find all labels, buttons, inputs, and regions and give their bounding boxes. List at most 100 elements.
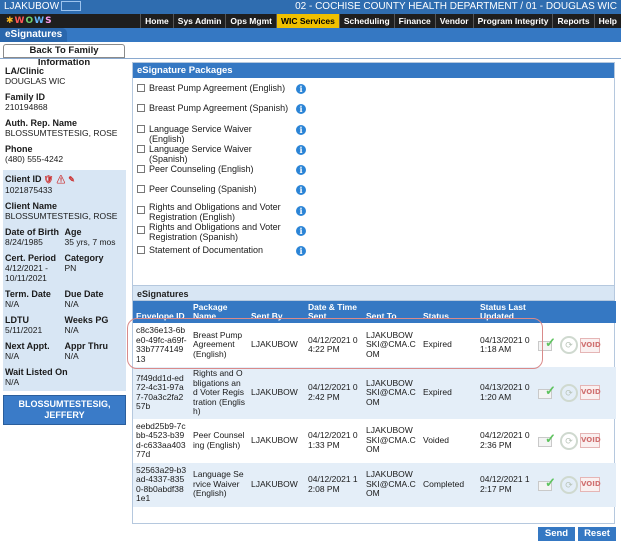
appr-label: Appr Thru (64, 341, 109, 351)
void-icon[interactable]: VOID (580, 337, 601, 353)
title-band: eSignatures (0, 28, 621, 42)
family-member-button[interactable]: BLOSSUMTESTESIG, JEFFERY (3, 395, 126, 425)
cell-sent-to: LJAKUBOWSKI@CMA.COM (366, 425, 416, 455)
cell-sent-by: LJAKUBOW (251, 434, 298, 445)
package-checkbox[interactable] (137, 104, 145, 113)
package-checkbox[interactable] (137, 144, 145, 153)
package-checkbox[interactable] (137, 124, 145, 133)
family-id-value: 210194868 (5, 102, 48, 112)
package-checkbox[interactable] (137, 84, 145, 92)
package-item: Breast Pump Agreement (Spanish) i (133, 100, 614, 120)
info-icon[interactable]: i (296, 226, 306, 237)
package-label: Breast Pump Agreement (Spanish) (149, 103, 289, 114)
info-icon[interactable]: i (296, 124, 306, 135)
nav-item-finance[interactable]: Finance (393, 14, 435, 28)
refresh-status-icon[interactable]: ⟳ (560, 383, 578, 402)
refresh-status-icon[interactable]: ⟳ (560, 475, 578, 494)
cell-status: Expired (420, 367, 477, 419)
info-icon[interactable]: i (296, 144, 306, 155)
divider (0, 58, 621, 59)
phone-label: Phone (5, 144, 33, 154)
top-bar: LJAKUBOW 02 - COCHISE COUNTY HEALTH DEPA… (0, 0, 621, 14)
esignatures-header: eSignatures (133, 285, 614, 301)
package-label: Rights and Obligations and Voter Registr… (149, 222, 281, 243)
cell-status: Voided (423, 434, 449, 445)
dob-age-row: Date of Birth 8/24/1985 Age 35 yrs, 7 mos (5, 227, 124, 247)
void-icon[interactable]: VOID (580, 385, 601, 401)
next-appt-value: N/A (5, 351, 20, 361)
package-label: Peer Counseling (Spanish) (149, 184, 257, 195)
package-item: Language Service Waiver (Spanish) i (133, 141, 614, 164)
package-item: Breast Pump Agreement (English) i (133, 80, 614, 100)
auth-rep-label: Auth. Rep. Name (5, 118, 78, 128)
cell-envelope: eebd25b9-7cbb-4523-b39d-c633aa40377d (136, 420, 186, 459)
package-checkbox[interactable] (137, 226, 145, 235)
phone-field: Phone (480) 555-4242 (5, 144, 124, 164)
family-id-label: Family ID (5, 92, 46, 102)
category-label: Category (64, 253, 104, 263)
username-display: LJAKUBOW (4, 0, 82, 14)
reset-button[interactable]: Reset (578, 527, 616, 541)
nav-item-wic-services[interactable]: WIC Services (275, 14, 339, 28)
resend-mail-check-icon[interactable]: ✓ (538, 431, 558, 448)
weeks-label: Weeks PG (64, 315, 109, 325)
nav-item-home[interactable]: Home (140, 14, 173, 28)
resend-mail-check-icon[interactable]: ✓ (538, 475, 558, 492)
package-item: Rights and Obligations and Voter Registr… (133, 202, 614, 222)
auth-rep-field: Auth. Rep. Name BLOSSUMTESTESIG, ROSE (5, 118, 124, 138)
package-checkbox[interactable] (137, 165, 145, 174)
cell-actions: ✓ ⟳ VOID (535, 323, 616, 367)
back-to-family-button[interactable]: Back To Family Information (3, 44, 125, 68)
la-clinic-field: LA/Clinic DOUGLAS WIC (5, 66, 124, 86)
cell-sent: 04/12/2021 12:08 PM (305, 462, 363, 507)
family-info-panel: LA/Clinic DOUGLAS WIC Family ID 21019486… (3, 62, 126, 425)
info-icon[interactable]: i (296, 205, 306, 216)
nav-item-program-integrity[interactable]: Program Integrity (472, 14, 553, 28)
username-text: LJAKUBOW (4, 1, 60, 12)
wait-listed-field: Wait Listed On N/A (5, 367, 124, 387)
table-row: eebd25b9-7cbb-4523-b39d-c633aa40377d Peer… (133, 419, 616, 463)
nav-item-ops-mgmt[interactable]: Ops Mgmt (225, 14, 276, 28)
cell-actions: ✓ ⟳ VOID (535, 419, 616, 463)
package-checkbox[interactable] (137, 246, 145, 255)
refresh-status-icon[interactable]: ⟳ (560, 336, 578, 354)
info-icon[interactable]: i (296, 185, 306, 196)
term-label: Term. Date (5, 289, 51, 299)
nav-item-sys-admin[interactable]: Sys Admin (172, 14, 226, 28)
info-icon[interactable]: i (296, 165, 306, 176)
package-list: Breast Pump Agreement (English) i Breast P… (133, 78, 614, 285)
due-label: Due Date (64, 289, 104, 299)
cell-updated: 04/12/2021 12:17 PM (477, 462, 535, 507)
client-name-value: BLOSSUMTESTESIG, ROSE (5, 211, 118, 221)
ldtu-value: 5/11/2021 (5, 325, 43, 335)
info-icon[interactable]: i (296, 84, 306, 94)
package-checkbox[interactable] (137, 205, 145, 214)
send-button[interactable]: Send (538, 527, 575, 541)
void-icon[interactable]: VOID (580, 433, 601, 448)
next-appt-label: Next Appt. (5, 341, 50, 351)
cell-package: Rights and Obligations and Voter Registr… (190, 367, 248, 419)
info-icon[interactable]: i (296, 246, 306, 257)
void-icon[interactable]: VOID (580, 477, 601, 492)
resend-mail-check-icon[interactable]: ✓ (538, 383, 558, 400)
cell-updated: 04/13/2021 01:20 AM (477, 367, 535, 419)
package-label: Breast Pump Agreement (English) (149, 83, 286, 93)
package-checkbox[interactable] (137, 185, 145, 194)
info-icon[interactable]: i (296, 104, 306, 115)
refresh-status-icon[interactable]: ⟳ (560, 431, 578, 450)
cell-package: Language Service Waiver (English) (190, 462, 248, 507)
wait-listed-value: N/A (5, 377, 20, 387)
nav-item-help[interactable]: Help (593, 14, 621, 28)
cell-sent-by: LJAKUBOW (248, 462, 305, 507)
cell-status: Completed (420, 462, 477, 507)
nav-item-vendor[interactable]: Vendor (434, 14, 473, 28)
client-id-label: Client ID (5, 174, 42, 184)
la-clinic-label: LA/Clinic (5, 66, 45, 76)
app-logo: ✱WOWS (6, 16, 53, 26)
dob-value: 8/24/1985 (5, 237, 43, 247)
client-status-icons[interactable]: 🛡 ⚠ ✎ (44, 175, 75, 185)
nav-item-scheduling[interactable]: Scheduling (338, 14, 394, 28)
nav-item-reports[interactable]: Reports (552, 14, 593, 28)
packages-header: eSignature Packages (133, 63, 614, 78)
dob-label: Date of Birth (5, 227, 59, 237)
